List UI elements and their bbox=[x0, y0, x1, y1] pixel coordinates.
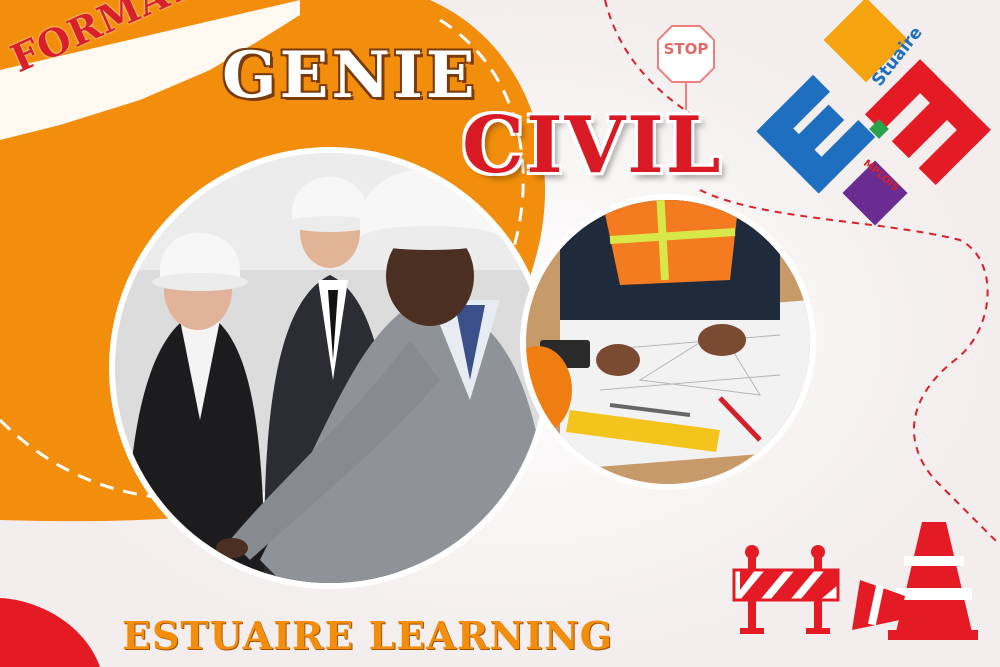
title-civil: CIVIL bbox=[462, 100, 723, 191]
stop-sign-label: STOP bbox=[663, 40, 709, 58]
brand-name: ESTUAIRE LEARNING bbox=[122, 613, 614, 658]
title-genie: GENIE bbox=[222, 38, 478, 113]
